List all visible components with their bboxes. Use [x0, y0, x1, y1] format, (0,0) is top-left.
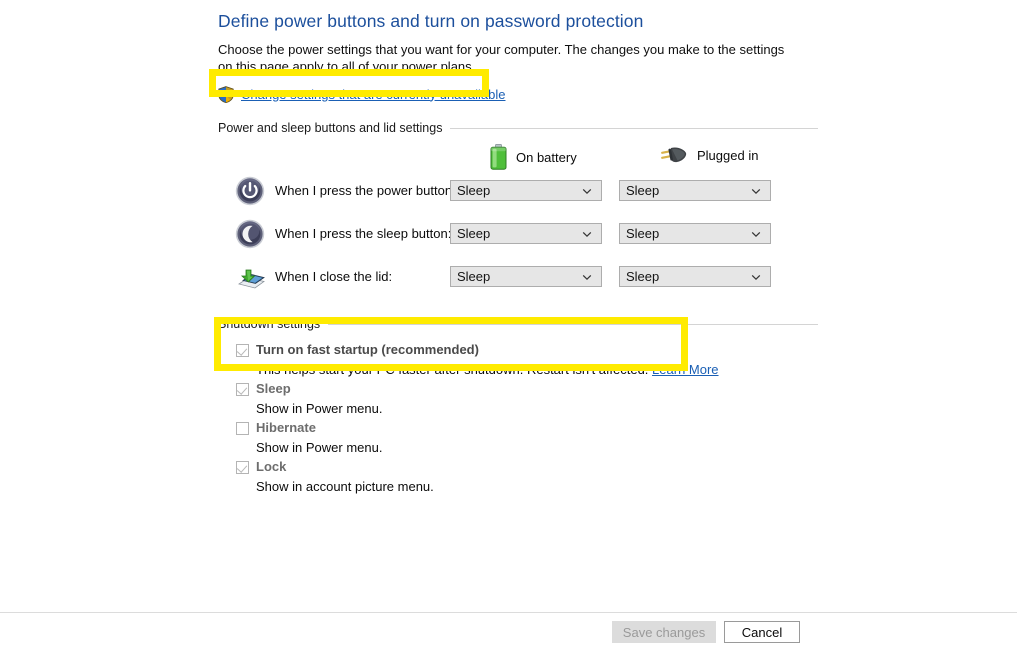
sleep-description: Show in Power menu. [256, 401, 383, 416]
power-button-on-battery-select[interactable]: Sleep [450, 180, 602, 201]
footer-divider [0, 612, 1017, 613]
shield-icon [218, 85, 234, 103]
chevron-down-icon [582, 231, 592, 237]
power-button-plugged-in-select[interactable]: Sleep [619, 180, 771, 201]
setting-row-close-lid: When I close the lid: Sleep Sleep [218, 260, 818, 303]
sleep-button-row-label: When I press the sleep button: [275, 226, 452, 241]
save-changes-button[interactable]: Save changes [612, 621, 716, 643]
chevron-down-icon [582, 188, 592, 194]
shutdown-group-header: Shutdown settings [218, 317, 818, 331]
power-button-row-label: When I press the power button: [275, 183, 456, 198]
sleep-label: Sleep [256, 381, 291, 396]
hibernate-description: Show in Power menu. [256, 440, 383, 455]
sleep-checkbox[interactable] [236, 383, 249, 396]
group-divider [450, 127, 818, 129]
footer-button-bar: Save changes Cancel [0, 621, 1017, 643]
close-lid-plugged-in-select[interactable]: Sleep [619, 266, 771, 287]
select-value: Sleep [626, 183, 660, 198]
group-divider [328, 323, 818, 325]
chevron-down-icon [751, 274, 761, 280]
select-value: Sleep [626, 269, 660, 284]
chevron-down-icon [751, 188, 761, 194]
fast-startup-label: Turn on fast startup (recommended) [256, 342, 479, 357]
lock-description: Show in account picture menu. [256, 479, 434, 494]
battery-icon [490, 144, 507, 170]
hibernate-label: Hibernate [256, 420, 316, 435]
chevron-down-icon [751, 231, 761, 237]
plugged-in-label: Plugged in [697, 147, 759, 163]
sleep-button-on-battery-select[interactable]: Sleep [450, 223, 602, 244]
close-lid-icon [238, 269, 265, 289]
power-button-icon [235, 176, 265, 206]
cancel-button[interactable]: Cancel [724, 621, 800, 643]
power-plug-icon [661, 147, 687, 163]
chevron-down-icon [582, 274, 592, 280]
select-value: Sleep [457, 269, 491, 284]
shutdown-group-label: Shutdown settings [218, 317, 321, 331]
on-battery-label: On battery [516, 149, 577, 165]
checkbox-item-sleep: Sleep Show in Power menu. [218, 381, 818, 417]
power-sleep-group-header: Power and sleep buttons and lid settings [218, 121, 818, 135]
select-value: Sleep [457, 226, 491, 241]
select-value: Sleep [626, 226, 660, 241]
column-header-plugged-in: Plugged in [658, 144, 758, 166]
settings-content: Define power buttons and turn on passwor… [218, 0, 818, 495]
select-value: Sleep [457, 183, 491, 198]
setting-row-power-button: When I press the power button: Sleep Sle… [218, 174, 818, 217]
column-header-on-battery: On battery [490, 144, 577, 170]
page-title: Define power buttons and turn on passwor… [218, 11, 644, 31]
sleep-button-plugged-in-select[interactable]: Sleep [619, 223, 771, 244]
fast-startup-description: This helps start your PC faster after sh… [256, 360, 818, 378]
close-lid-row-label: When I close the lid: [275, 269, 393, 284]
uac-change-settings-row[interactable]: Change settings that are currently unava… [218, 84, 818, 104]
learn-more-link[interactable]: Learn More [652, 362, 718, 377]
lock-checkbox[interactable] [236, 461, 249, 474]
column-headers: On battery Plugged in [218, 144, 818, 174]
setting-row-sleep-button: When I press the sleep button: Sleep Sle… [218, 217, 818, 260]
checkbox-item-fast-startup: Turn on fast startup (recommended) This … [218, 342, 818, 378]
lock-label: Lock [256, 459, 287, 474]
fast-startup-description-text: This helps start your PC faster after sh… [256, 362, 649, 377]
fast-startup-checkbox[interactable] [236, 344, 249, 357]
close-lid-on-battery-select[interactable]: Sleep [450, 266, 602, 287]
checkbox-item-hibernate: Hibernate Show in Power menu. [218, 420, 818, 456]
page-description: Choose the power settings that you want … [218, 42, 785, 74]
hibernate-checkbox[interactable] [236, 422, 249, 435]
sleep-button-icon [235, 219, 265, 249]
power-sleep-group-label: Power and sleep buttons and lid settings [218, 121, 443, 135]
uac-change-settings-link[interactable]: Change settings that are currently unava… [241, 87, 506, 102]
checkbox-item-lock: Lock Show in account picture menu. [218, 459, 818, 495]
